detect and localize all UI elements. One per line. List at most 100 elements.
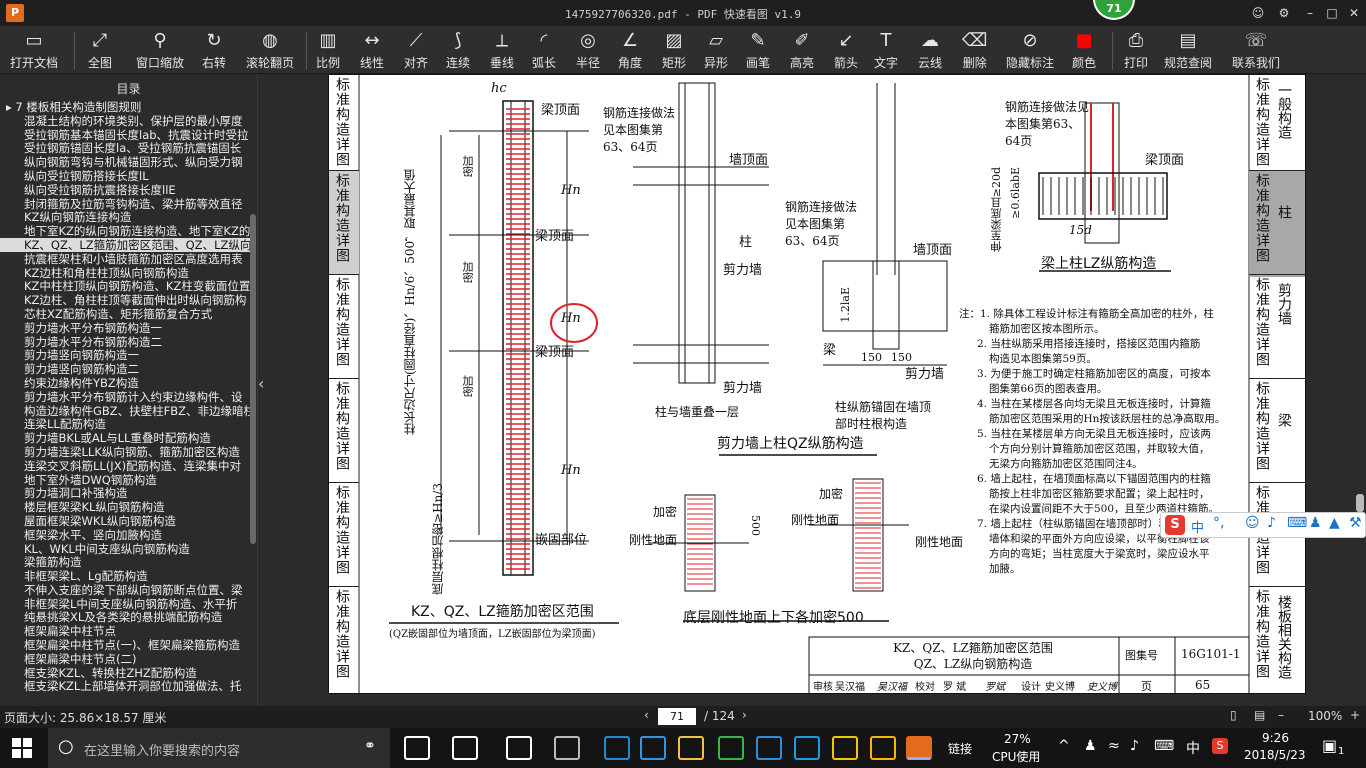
person-icon[interactable]: ♟ — [1084, 738, 1097, 754]
prev-page-button[interactable]: ‹ — [644, 708, 649, 722]
toc-item[interactable]: 框支梁KZL、转换柱ZHZ配筋构造 — [0, 666, 250, 680]
puzzle-icon[interactable] — [794, 736, 820, 760]
settings-icon[interactable]: ⚙ — [1274, 4, 1294, 22]
close-button[interactable]: ✕ — [1344, 4, 1364, 22]
spiral-icon[interactable] — [554, 736, 580, 760]
toolbar-arrow-button[interactable]: ↙ 箭头 — [834, 28, 858, 72]
zoom-out-button[interactable]: – — [1278, 708, 1284, 722]
toolbar-continuous-button[interactable]: ⟆ 连续 — [446, 28, 470, 72]
folder-icon[interactable] — [678, 736, 704, 760]
toolbar-rectangle-button[interactable]: ▨ 矩形 — [662, 28, 686, 72]
volume-icon[interactable]: ♪ — [1130, 738, 1139, 754]
toc-item[interactable]: 地下室KZ的纵向钢筋连接构造、地下室KZ的 — [0, 224, 250, 238]
toolbar-fullscreen-button[interactable]: ⤢ 全图 — [88, 28, 112, 72]
toolbar-print-button[interactable]: ⎙ 打印 — [1124, 28, 1148, 72]
zoom-level[interactable]: 100% — [1308, 709, 1342, 723]
ime-lang[interactable]: 中 — [1191, 517, 1204, 536]
right-tab-5[interactable]: 标准构造详图 楼板相关构造 — [1249, 587, 1305, 693]
toc-item[interactable]: 剪力墙连梁LLK纵向钢筋、箍筋加密区构造 — [0, 445, 250, 459]
right-tab-0[interactable]: 标准构造详图 一般构造 — [1249, 75, 1305, 171]
toc-item[interactable]: 楼层框架梁KL纵向钢筋构造 — [0, 500, 250, 514]
toolbar-perpendicular-button[interactable]: ⟂ 垂线 — [490, 28, 514, 72]
toc-item[interactable]: 构造边缘构件GBZ、扶壁柱FBZ、非边缘暗柱 — [0, 404, 250, 418]
clock-time[interactable]: 9:26 — [1262, 731, 1289, 745]
windows-start-icon[interactable] — [12, 738, 32, 758]
toc-item[interactable]: 剪力墙竖向钢筋构造二 — [0, 362, 250, 376]
ime-user-icon[interactable]: ♟ — [1309, 515, 1322, 531]
toolbar-text-button[interactable]: T 文字 — [874, 28, 898, 72]
toolbar-radius-button[interactable]: ◎ 半径 — [576, 28, 600, 72]
toolbar-linear-button[interactable]: ↔ 线性 — [360, 28, 384, 72]
left-tab-3[interactable]: 标准构造详图 — [329, 379, 359, 483]
doc-scrollbar[interactable] — [1356, 494, 1364, 512]
toc-item[interactable]: 剪力墙BKL或AL与LL重叠时配筋构造 — [0, 431, 250, 445]
toc-item[interactable]: 地下室外墙DWQ钢筋构造 — [0, 473, 250, 487]
toc-item[interactable]: KL、WKL中间支座纵向钢筋构造 — [0, 542, 250, 556]
toc-item[interactable]: ▸ 7 楼板相关构造制图规则 — [0, 100, 250, 114]
toc-item[interactable]: 框支梁KZL上部墙体开洞部位加强做法、托 — [0, 679, 250, 694]
toc-item[interactable]: 抗震框架柱和小墙肢箍筋加密区高度选用表 — [0, 252, 250, 266]
toc-item[interactable]: 剪力墙洞口补强构造 — [0, 486, 250, 500]
toolbar-zoom-button[interactable]: ⚲ 窗口缩放 — [136, 28, 184, 72]
toolbar-eraser-button[interactable]: ⌫ 删除 — [962, 28, 987, 72]
toc-item[interactable]: 屋面框架梁WKL纵向钢筋构造 — [0, 514, 250, 528]
ime-tools-icon[interactable]: ⚒ — [1349, 515, 1362, 531]
left-tab-5[interactable]: 标准构造详图 — [329, 587, 359, 693]
maximize-button[interactable]: □ — [1322, 4, 1342, 22]
toolbar-scale-button[interactable]: ▥ 比例 — [316, 28, 340, 72]
toolbar-highlight-button[interactable]: ✐ 高亮 — [790, 28, 814, 72]
toolbar-mouse-button[interactable]: ◍ 滚轮翻页 — [246, 28, 294, 72]
toc-item[interactable]: 受拉钢筋锚固长度la、受拉钢筋抗震锚固长 — [0, 141, 250, 155]
keyboard-icon[interactable]: ⌨ — [1154, 738, 1174, 754]
toolbar-align-button[interactable]: ⟋ 对齐 — [404, 28, 428, 72]
toolbar-cloud-button[interactable]: ☁ 云线 — [918, 28, 942, 72]
toc-item[interactable]: 剪力墙水平分布钢筋构造一 — [0, 321, 250, 335]
wifi-icon[interactable]: ≈ — [1108, 738, 1120, 754]
help-icon[interactable] — [870, 736, 896, 760]
minimize-button[interactable]: – — [1300, 4, 1320, 22]
toc-item[interactable]: 剪力墙水平分布钢筋构造二 — [0, 335, 250, 349]
tray-sogou-icon[interactable]: S — [1212, 738, 1228, 754]
clock-date[interactable]: 2018/5/23 — [1244, 748, 1306, 762]
toc-item[interactable]: 框架扁梁中柱节点(一)、框架扁梁箍筋构造 — [0, 638, 250, 652]
taskbar-search-box[interactable]: ○ 在这里输入你要搜索的内容 ⚭ — [48, 728, 390, 768]
task-view-icon[interactable] — [404, 736, 430, 760]
tray-chevron-icon[interactable]: ^ — [1058, 738, 1070, 754]
collapse-left-icon[interactable]: ‹ — [258, 374, 268, 393]
toc-item[interactable]: 框架梁水平、竖向加腋构造 — [0, 528, 250, 542]
pdf-page[interactable]: 标准构造详图 标准构造详图 标准构造详图 标准构造详图 标准构造详图 标准构造详图 标准构… — [328, 74, 1306, 694]
toc-item[interactable]: 非框架梁L、Lg配筋构造 — [0, 569, 250, 583]
toc-item[interactable]: KZ边柱、角柱柱顶等截面伸出时纵向钢筋构 — [0, 293, 250, 307]
left-tab-0[interactable]: 标准构造详图 — [329, 75, 359, 171]
toc-item[interactable]: 剪力墙水平分布钢筋计入约束边缘构件、设 — [0, 390, 250, 404]
ie-icon[interactable] — [506, 736, 532, 760]
toc-item[interactable]: 约束边缘构件YBZ构造 — [0, 376, 250, 390]
toc-item[interactable]: 连梁交叉斜筋LL(JX)配筋构造、连梁集中对 — [0, 459, 250, 473]
toc-item[interactable]: 纵向受拉钢筋搭接长度lL — [0, 169, 250, 183]
toc-item[interactable]: KZ纵向钢筋连接构造 — [0, 210, 250, 224]
notification-icon[interactable]: ▣ — [1322, 736, 1337, 755]
tray-ime[interactable]: 中 — [1186, 738, 1200, 758]
toolbar-hide-button[interactable]: ⊘ 隐藏标注 — [1006, 28, 1054, 72]
toc-item[interactable]: KZ、QZ、LZ箍筋加密区范围、QZ、LZ纵向钢 — [0, 237, 250, 252]
toolbar-contact-button[interactable]: ☏ 联系我们 — [1232, 28, 1280, 72]
toc-item[interactable]: 非框架梁L中间支座纵向钢筋构造、水平折 — [0, 597, 250, 611]
ime-voice-icon[interactable]: ♪ — [1267, 515, 1276, 531]
mic-icon[interactable]: ⚭ — [364, 738, 376, 754]
toc-item[interactable]: 连梁LL配筋构造 — [0, 417, 250, 431]
right-tab-2[interactable]: 标准构造详图 剪力墙 — [1249, 275, 1305, 379]
toolbar-arc-button[interactable]: ◜ 弧长 — [532, 28, 556, 72]
next-page-button[interactable]: › — [742, 708, 747, 722]
zoom-in-button[interactable]: + — [1350, 708, 1360, 722]
toolbar-folder-button[interactable]: ▭ 打开文档 — [10, 28, 58, 72]
toc-item[interactable]: 受拉钢筋基本锚固长度lab、抗震设计时受拉 — [0, 128, 250, 142]
green-app-icon[interactable] — [718, 736, 744, 760]
toolbar-pen-button[interactable]: ✎ 画笔 — [746, 28, 770, 72]
toc-item[interactable]: 纵向受拉钢筋抗震搭接长度llE — [0, 183, 250, 197]
fan-icon[interactable] — [452, 736, 478, 760]
sidebar-scrollbar[interactable] — [250, 214, 256, 544]
notes-icon[interactable] — [832, 736, 858, 760]
link-label[interactable]: 链接 — [948, 740, 972, 757]
toc-item[interactable]: 梁箍筋构造 — [0, 555, 250, 569]
g-app-icon[interactable] — [756, 736, 782, 760]
